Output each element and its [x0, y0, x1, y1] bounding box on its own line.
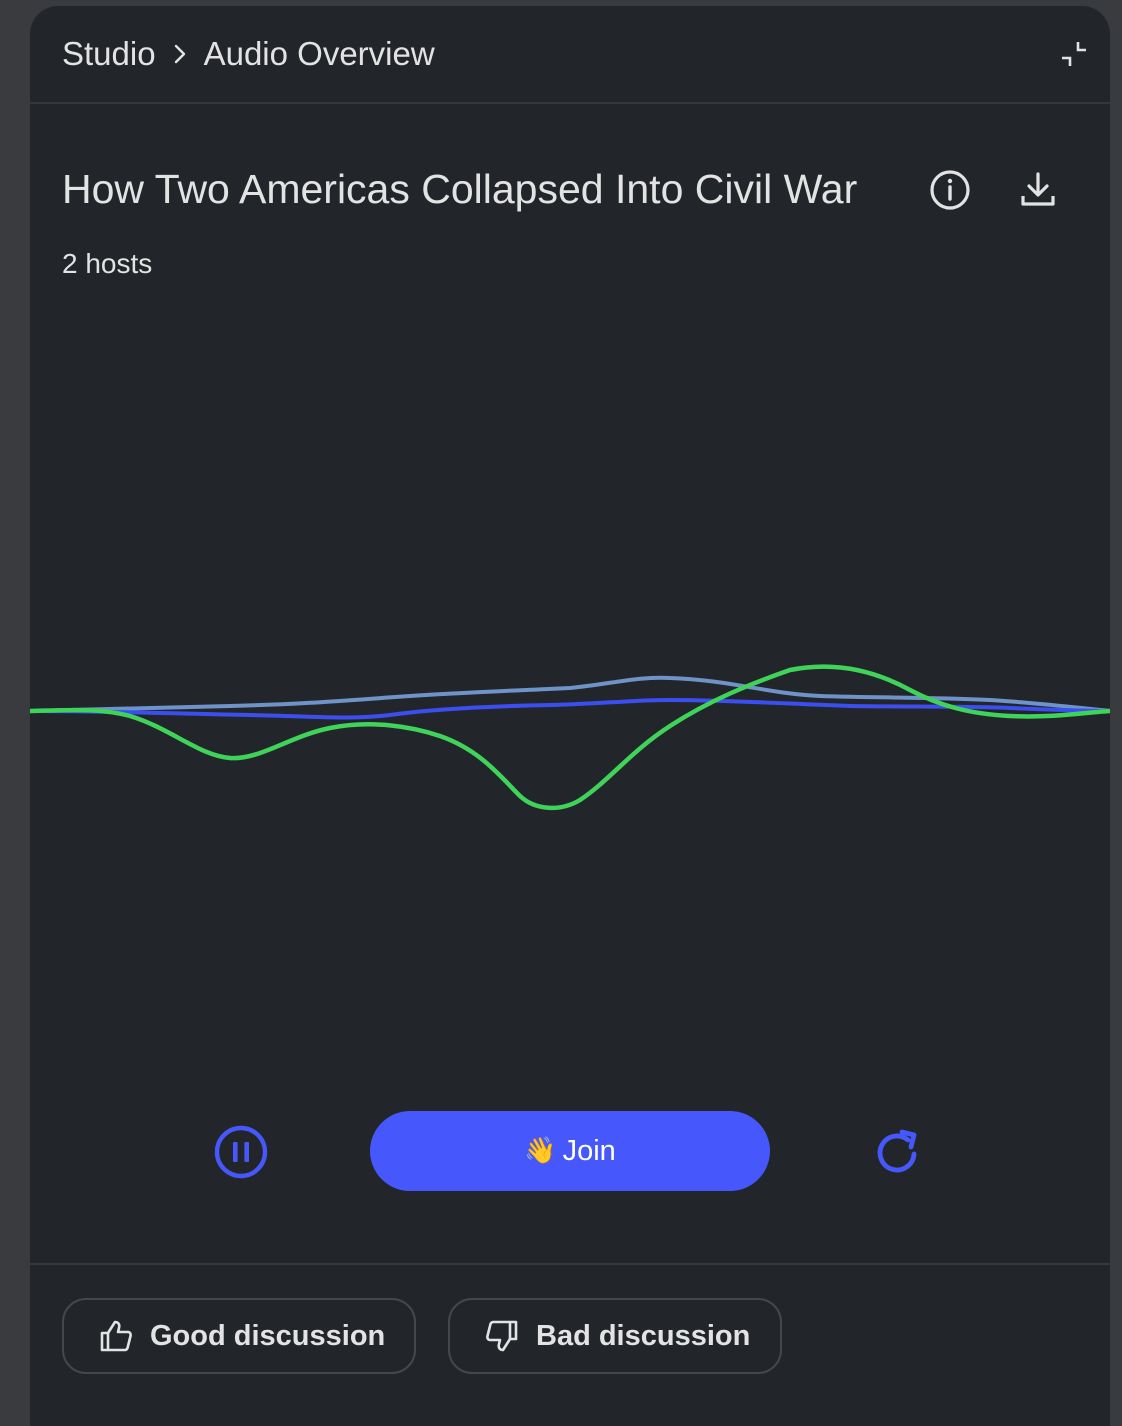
hosts-count: 2 hosts: [62, 248, 153, 279]
pause-icon[interactable]: [212, 1123, 270, 1181]
thumbs-up-icon: [98, 1318, 134, 1354]
join-label: Join: [562, 1134, 616, 1167]
audio-waveform: [30, 664, 1110, 811]
breadcrumb: Studio Audio Overview: [62, 34, 435, 74]
replay-icon[interactable]: [872, 1126, 924, 1178]
collapse-icon[interactable]: [1058, 38, 1090, 70]
waving-hand-icon: 👋: [524, 1136, 557, 1166]
panel-header: Studio Audio Overview: [30, 6, 1110, 104]
breadcrumb-studio[interactable]: Studio: [62, 34, 156, 74]
audio-overview-panel: Studio Audio Overview How Two Americas C…: [30, 6, 1110, 1426]
feedback-footer: Good discussion Bad discussion: [30, 1263, 1110, 1425]
chevron-right-icon: [156, 34, 204, 74]
overview-title: How Two Americas Collapsed Into Civil Wa…: [62, 166, 858, 212]
good-discussion-button[interactable]: Good discussion: [62, 1298, 416, 1374]
join-button[interactable]: 👋 Join: [370, 1111, 770, 1191]
download-icon[interactable]: [1014, 166, 1062, 214]
thumbs-down-icon: [484, 1318, 520, 1354]
good-discussion-label: Good discussion: [150, 1319, 386, 1352]
info-icon[interactable]: [926, 166, 974, 214]
bad-discussion-button[interactable]: Bad discussion: [448, 1298, 782, 1374]
breadcrumb-audio-overview: Audio Overview: [203, 35, 435, 72]
bad-discussion-label: Bad discussion: [536, 1319, 751, 1352]
